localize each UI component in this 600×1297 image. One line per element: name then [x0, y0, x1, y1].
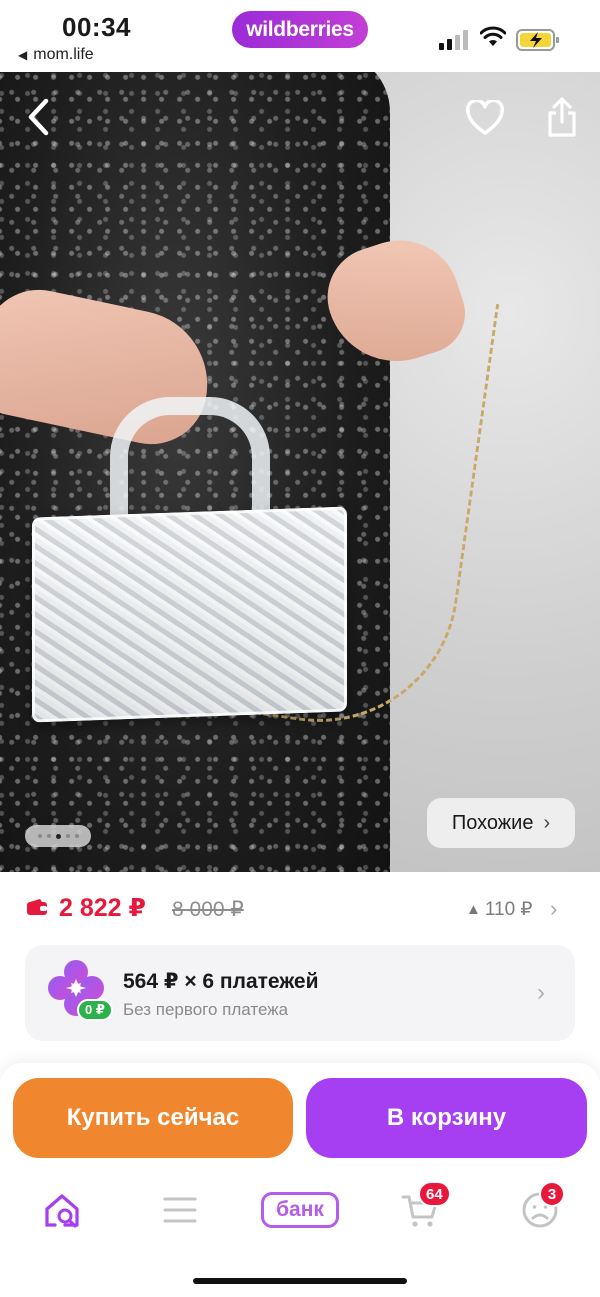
cellular-signal-icon [439, 30, 468, 50]
similar-products-button[interactable]: Похожие › [427, 798, 575, 848]
installment-title: 564 ₽ × 6 платежей [123, 970, 319, 993]
product-photo-bag [32, 506, 347, 723]
carousel-dot [37, 834, 42, 838]
similar-products-label: Похожие [451, 811, 534, 834]
installment-subtitle: Без первого платежа [123, 1000, 289, 1019]
carousel-dot [46, 834, 51, 838]
app-brand-pill: wildberries [232, 11, 368, 48]
back-triangle-icon: ◀ [18, 48, 28, 62]
cart-count-badge: 64 [418, 1181, 451, 1207]
carousel-dot [74, 834, 79, 838]
bonus-amount: 110 ₽ [484, 899, 533, 920]
wallet-icon [27, 899, 47, 915]
triangle-up-icon: ▲ [466, 901, 481, 918]
chevron-right-icon: › [543, 811, 551, 834]
back-app-label: mom.life [33, 46, 94, 63]
chevron-right-icon: › [537, 979, 545, 1006]
product-image-carousel[interactable]: Похожие › [0, 72, 600, 872]
bottom-action-sheet: Купить сейчас В корзину [0, 1063, 600, 1297]
zero-fee-badge: 0 ₽ [77, 999, 113, 1021]
wifi-icon [480, 26, 506, 46]
tab-catalog[interactable] [162, 1188, 198, 1232]
bank-label: банк [261, 1192, 339, 1228]
tab-home[interactable] [42, 1188, 82, 1232]
tab-bank[interactable]: банк [260, 1188, 340, 1232]
carousel-dot-active [55, 833, 61, 839]
share-icon[interactable] [544, 96, 580, 138]
chevron-right-icon[interactable]: › [550, 896, 557, 922]
current-price: 2 822 ₽ [59, 894, 146, 922]
price-row: 2 822 ₽ 8 000 ₽ ▲ 110 ₽ › [0, 880, 600, 940]
home-indicator [193, 1278, 407, 1284]
battery-charging-icon [516, 29, 559, 51]
carousel-pagination [25, 825, 91, 847]
profile-notification-badge: 3 [539, 1181, 565, 1207]
add-to-cart-button[interactable]: В корзину [306, 1078, 587, 1158]
buy-now-button[interactable]: Купить сейчас [13, 1078, 293, 1158]
status-time: 00:34 [62, 12, 131, 42]
installment-card[interactable]: 0 ₽ 564 ₽ × 6 платежей Без первого плате… [25, 945, 575, 1041]
menu-icon [163, 1197, 197, 1223]
chevron-left-icon[interactable] [22, 96, 54, 138]
old-price: 8 000 ₽ [172, 898, 244, 921]
carousel-dot [65, 834, 70, 838]
bonus-points[interactable]: ▲ 110 ₽ [466, 898, 533, 921]
back-to-app-link[interactable]: ◀ mom.life [18, 46, 94, 64]
status-bar: 00:34 ◀ mom.life wildberries [0, 0, 600, 72]
heart-outline-icon[interactable] [466, 100, 504, 136]
home-search-icon [45, 1194, 79, 1228]
